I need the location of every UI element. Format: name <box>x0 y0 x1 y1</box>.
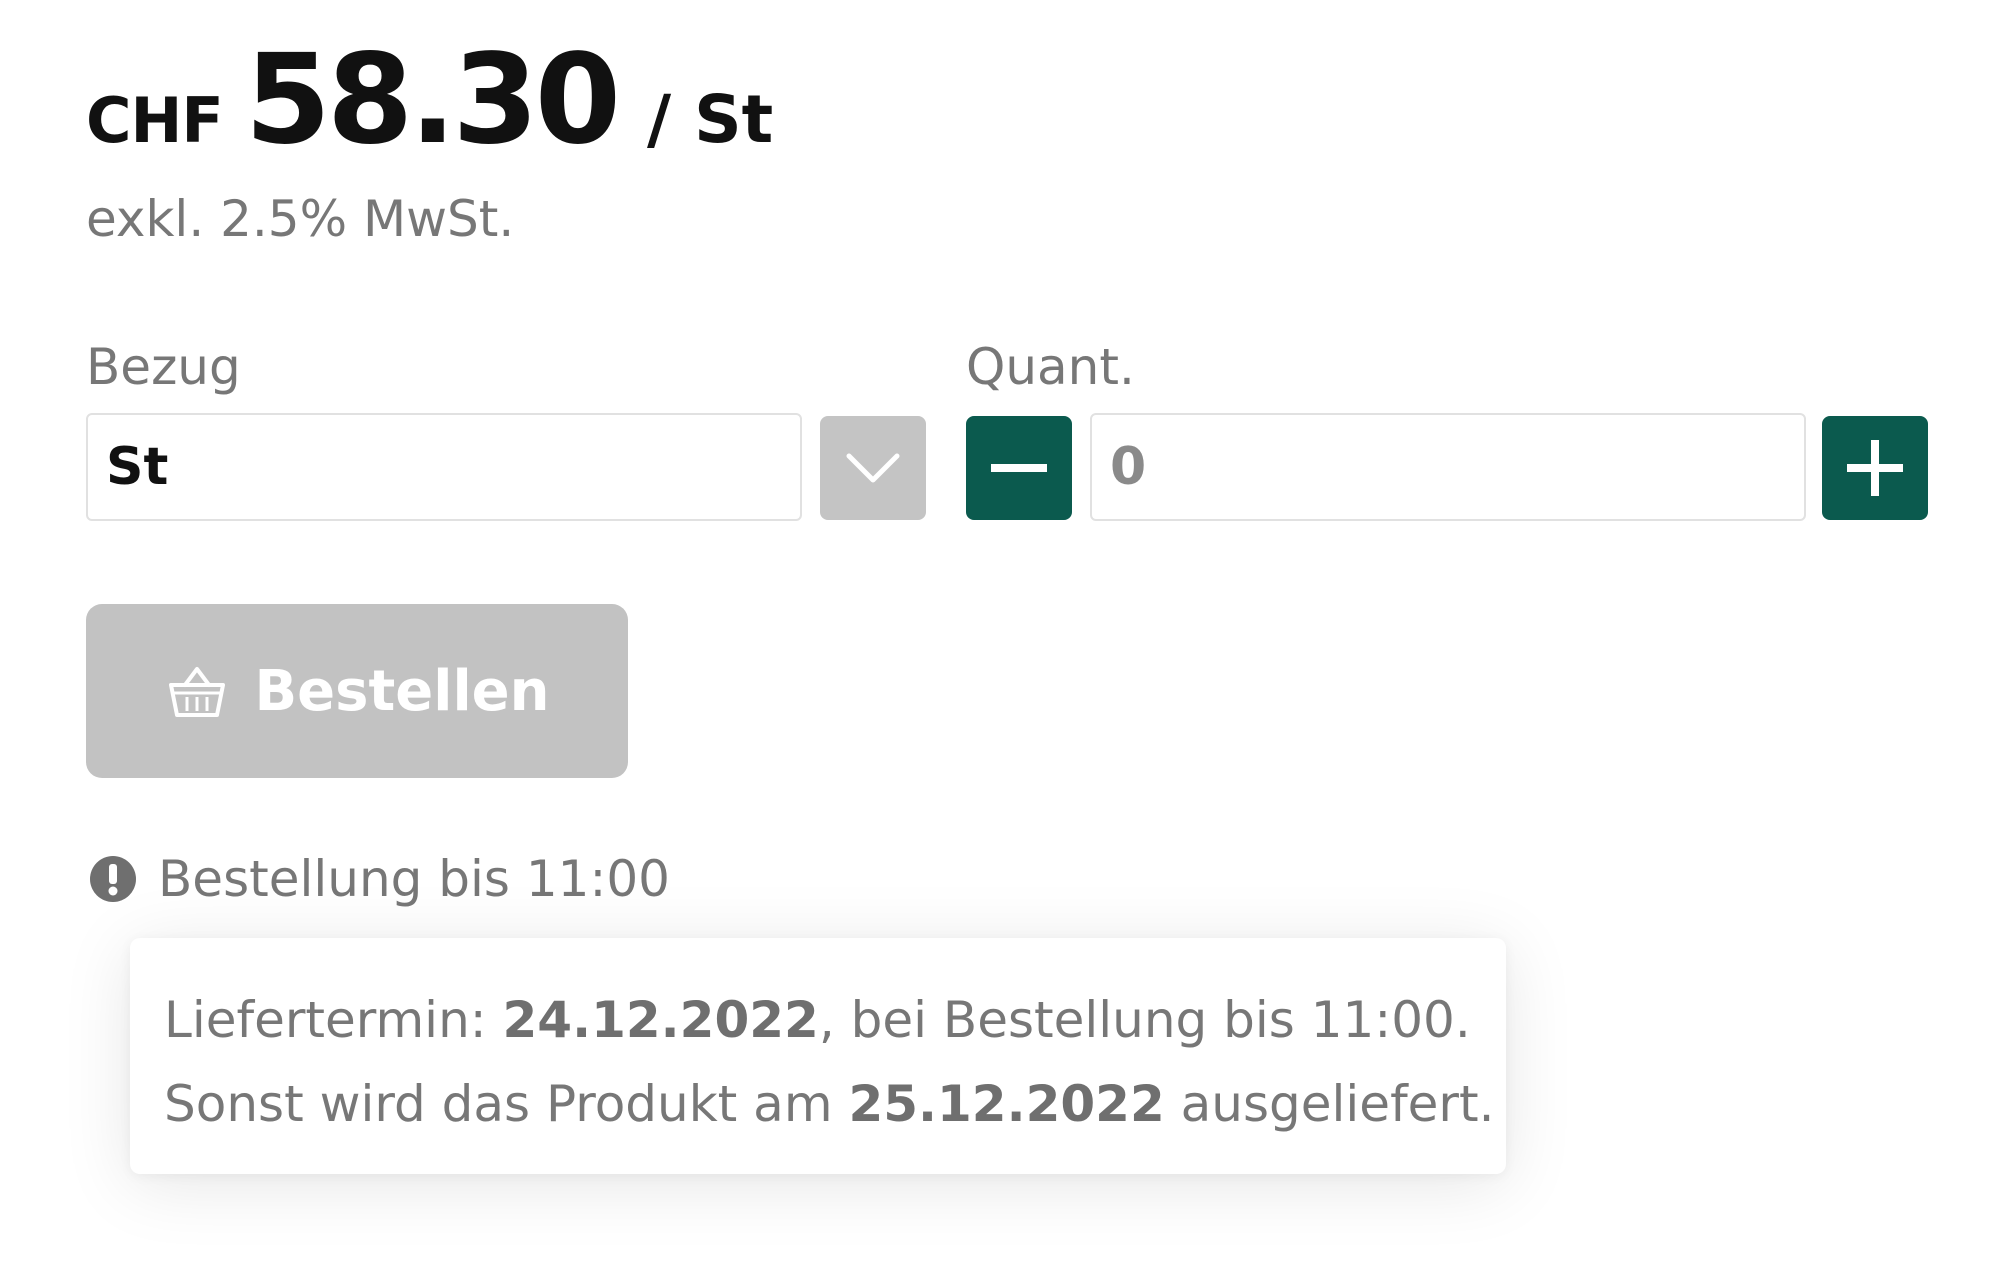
fallback-delivery-date: 25.12.2022 <box>848 1075 1165 1133</box>
order-deadline[interactable]: Bestellung bis 11:00 <box>88 850 670 908</box>
order-button-label: Bestellen <box>254 658 550 724</box>
tooltip-line1-prefix: Liefertermin: <box>164 991 503 1049</box>
plus-icon <box>1847 440 1903 496</box>
price-display: CHF 58.30 / St <box>86 28 773 172</box>
order-deadline-text: Bestellung bis 11:00 <box>158 850 670 908</box>
product-order-panel: CHF 58.30 / St exkl. 2.5% MwSt. Bezug Qu… <box>0 0 2000 1267</box>
unit-select[interactable]: St <box>86 413 802 521</box>
bezug-label: Bezug <box>86 338 241 396</box>
minus-icon <box>991 464 1047 472</box>
quantity-input[interactable]: 0 <box>1090 413 1806 521</box>
tooltip-line2-suffix: ausgeliefert. <box>1164 1075 1495 1133</box>
tooltip-line2-prefix: Sonst wird das Produkt am <box>164 1075 849 1133</box>
delivery-date: 24.12.2022 <box>502 991 819 1049</box>
quantity-label: Quant. <box>966 338 1135 396</box>
alert-icon <box>88 854 138 904</box>
unit-dropdown-button[interactable] <box>820 416 926 520</box>
quantity-value: 0 <box>1110 437 1147 497</box>
order-button[interactable]: Bestellen <box>86 604 628 778</box>
quantity-decrement-button[interactable] <box>966 416 1072 520</box>
price-currency: CHF <box>86 84 224 157</box>
price-amount: 58.30 <box>244 28 621 172</box>
tooltip-line-1: Liefertermin: 24.12.2022, bei Bestellung… <box>164 978 1472 1062</box>
basket-icon <box>165 659 229 723</box>
price-unit: / St <box>646 81 774 158</box>
chevron-down-icon <box>846 453 900 483</box>
quantity-increment-button[interactable] <box>1822 416 1928 520</box>
unit-select-value: St <box>106 437 169 497</box>
vat-note: exkl. 2.5% MwSt. <box>86 190 515 248</box>
tooltip-line1-suffix: , bei Bestellung bis 11:00. <box>818 991 1471 1049</box>
delivery-date-tooltip: Liefertermin: 24.12.2022, bei Bestellung… <box>130 938 1506 1174</box>
tooltip-line-2: Sonst wird das Produkt am 25.12.2022 aus… <box>164 1062 1495 1146</box>
